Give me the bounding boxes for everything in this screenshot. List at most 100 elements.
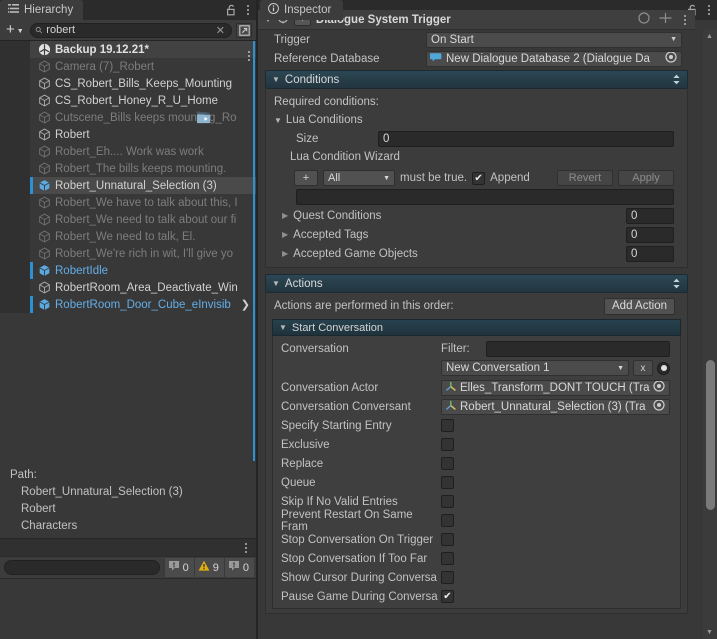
console-menu-icon[interactable] <box>242 543 250 553</box>
hierarchy-item-4[interactable]: Cutscene_Bills keeps mounting_Ro <box>0 109 256 126</box>
clear-conversation-button[interactable]: x <box>633 360 653 376</box>
hierarchy-focus-edge <box>253 41 255 461</box>
search-input[interactable] <box>46 24 212 36</box>
condition-scope-dropdown[interactable]: All ▼ <box>323 170 395 186</box>
gameobject-icon <box>36 110 52 126</box>
clear-x-icon[interactable]: ✕ <box>216 24 226 37</box>
search-input-wrapper[interactable]: ⚲ ✕ <box>29 22 232 38</box>
trigger-dropdown[interactable]: On Start ▼ <box>426 31 682 48</box>
toggle-checkbox[interactable] <box>441 533 454 546</box>
toggle-checkbox[interactable] <box>441 476 454 489</box>
conditions-section-header[interactable]: ▼ Conditions <box>265 70 688 89</box>
hierarchy-item-6[interactable]: Robert_Eh.... Work was work <box>0 143 256 160</box>
add-action-button[interactable]: Add Action <box>604 297 675 315</box>
hierarchy-item-3[interactable]: CS_Robert_Honey_R_U_Home <box>0 92 256 109</box>
hierarchy-item-11[interactable]: Robert_We need to talk, El. <box>0 228 256 245</box>
revert-button[interactable]: Revert <box>557 170 613 186</box>
hierarchy-item-10[interactable]: Robert_We need to talk about our fi <box>0 211 256 228</box>
toggle-checkbox[interactable] <box>441 419 454 432</box>
console-filter-input[interactable] <box>4 560 160 575</box>
toggle-checkbox[interactable]: ✔ <box>441 590 454 603</box>
accepted-tags-row[interactable]: ▶ Accepted Tags 0 <box>266 225 687 244</box>
toggle-checkbox[interactable] <box>441 571 454 584</box>
hierarchy-item-15[interactable]: RobertRoom_Door_Cube_eInvisib ❯ <box>0 296 256 313</box>
object-picker-icon[interactable] <box>665 51 677 66</box>
prefab-accent-bar <box>30 92 33 109</box>
object-picker-icon[interactable] <box>653 380 665 395</box>
scroll-up-icon[interactable]: ▲ <box>706 33 713 40</box>
add-condition-button[interactable]: + <box>294 170 318 186</box>
error-count: 0 <box>182 561 189 574</box>
radio-picker-icon[interactable] <box>657 361 670 375</box>
hierarchy-item-1[interactable]: Camera (7)_Robert <box>0 58 256 75</box>
chevron-right-icon[interactable]: ❯ <box>241 298 250 311</box>
preset-icon[interactable] <box>659 12 672 27</box>
quest-conditions-value[interactable]: 0 <box>626 207 674 224</box>
reorder-handle-icon[interactable] <box>672 74 681 85</box>
toggle-checkbox[interactable] <box>441 552 454 565</box>
error-counter[interactable]: 0 <box>163 558 194 577</box>
reorder-handle-icon[interactable] <box>672 278 681 289</box>
trigger-row: Trigger On Start ▼ <box>258 30 695 49</box>
apply-button[interactable]: Apply <box>618 170 674 186</box>
conversation-actor-row: Conversation Actor Elles_Transform_DONT … <box>273 378 680 397</box>
toggle-checkbox[interactable] <box>441 514 454 527</box>
tab-inspector-label: Inspector <box>284 4 332 16</box>
accepted-game-objects-value[interactable]: 0 <box>626 245 674 262</box>
toggle-checkbox[interactable] <box>441 495 454 508</box>
filter-input[interactable] <box>486 340 670 357</box>
accepted-tags-label: Accepted Tags <box>293 228 369 241</box>
timeline-icon <box>196 110 211 127</box>
hierarchy-item-13[interactable]: RobertIdle <box>0 262 256 279</box>
hierarchy-item-2[interactable]: CS_Robert_Bills_Keeps_Mounting <box>0 75 256 92</box>
start-conversation-header[interactable]: ▼ Start Conversation <box>272 319 681 336</box>
conversation-dropdown[interactable]: New Conversation 1 ▼ <box>441 360 629 376</box>
hierarchy-menu-icon[interactable] <box>244 5 252 15</box>
reference-database-object-field[interactable]: New Dialogue Database 2 (Dialogue Da <box>426 50 682 67</box>
tab-hierarchy[interactable]: Hierarchy <box>0 0 84 20</box>
inspector-scrollbar[interactable]: ▲ ▼ <box>703 30 717 639</box>
tab-inspector[interactable]: Inspector <box>260 0 344 20</box>
hierarchy-item-12[interactable]: Robert_We're rich in wit, I'll give yo <box>0 245 256 262</box>
component-menu-icon[interactable] <box>681 14 689 25</box>
hierarchy-item-9[interactable]: Robert_We have to talk about this, I <box>0 194 256 211</box>
quest-conditions-row[interactable]: ▶ Quest Conditions 0 <box>266 206 687 225</box>
append-checkbox[interactable]: ✔ <box>472 171 486 185</box>
info-counter[interactable]: 0 <box>223 558 254 577</box>
conversation-actor-value: Elles_Transform_DONT TOUCH (Tra <box>460 381 650 394</box>
console-log-area <box>0 578 256 638</box>
inspector-menu-icon[interactable] <box>705 5 713 15</box>
transform-icon <box>445 381 457 395</box>
condition-expression-input[interactable] <box>296 189 674 205</box>
conversation-filter-row: Conversation Filter: <box>273 339 680 358</box>
inspector-scrollbar-thumb[interactable] <box>706 360 715 510</box>
hierarchy-item-0[interactable]: Backup 19.12.21* <box>0 41 256 61</box>
help-icon[interactable] <box>638 12 650 27</box>
hierarchy-list[interactable]: Backup 19.12.21* Camera (7)_Robert CS_Robe… <box>0 41 256 461</box>
create-object-button[interactable]: + ▼ <box>4 22 26 37</box>
actions-order-row: Actions are performed in this order: Add… <box>266 296 687 316</box>
hierarchy-item-7[interactable]: Robert_The bills keeps mounting. <box>0 160 256 177</box>
prefab-accent-bar <box>30 160 33 177</box>
size-input[interactable]: 0 <box>378 130 674 147</box>
actions-section-header[interactable]: ▼ Actions <box>265 274 688 293</box>
warning-counter[interactable]: 9 <box>193 558 224 577</box>
conversation-conversant-object-field[interactable]: Robert_Unnatural_Selection (3) (Tra <box>441 398 670 415</box>
prefab-accent-bar <box>30 296 33 313</box>
hierarchy-gutter <box>0 92 30 109</box>
accepted-tags-value[interactable]: 0 <box>626 226 674 243</box>
object-picker-icon[interactable] <box>653 399 665 414</box>
conversation-actor-object-field[interactable]: Elles_Transform_DONT TOUCH (Tra <box>441 379 670 396</box>
hierarchy-item-5[interactable]: Robert <box>0 126 256 143</box>
toggle-checkbox[interactable] <box>441 438 454 451</box>
scroll-down-icon[interactable]: ▼ <box>706 629 713 636</box>
console-tabbar <box>0 538 256 556</box>
hierarchy-item-8[interactable]: Robert_Unnatural_Selection (3) <box>0 177 256 194</box>
lua-conditions-foldout[interactable]: ▼ Lua Conditions <box>266 111 687 129</box>
toggle-checkbox[interactable] <box>441 457 454 470</box>
chevron-down-icon: ▼ <box>16 27 24 35</box>
open-in-window-icon[interactable] <box>236 22 252 38</box>
hierarchy-item-14[interactable]: RobertRoom_Area_Deactivate_Win <box>0 279 256 296</box>
accepted-game-objects-row[interactable]: ▶ Accepted Game Objects 0 <box>266 244 687 263</box>
lock-open-icon[interactable] <box>226 4 237 16</box>
